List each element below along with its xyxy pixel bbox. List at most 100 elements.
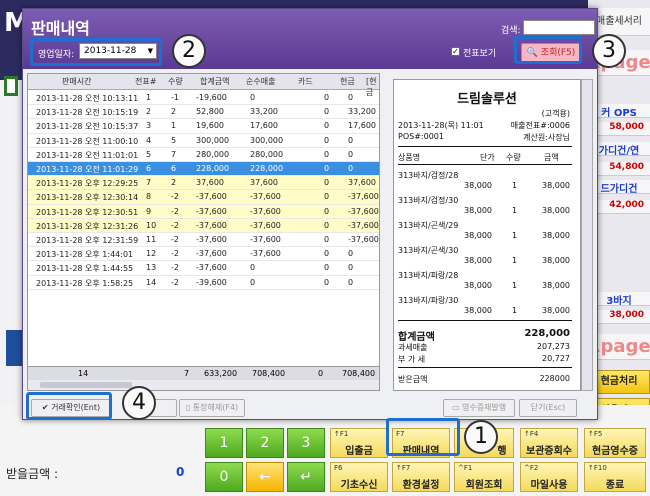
column-header: 카드 [298,77,313,86]
callout-box-query [514,36,582,64]
backspace-key[interactable]: ← [246,462,284,492]
search-input[interactable] [523,20,595,35]
numkey-1[interactable]: 1 [205,428,243,458]
fkey-member-search[interactable]: ^F1 회원조회 [454,462,514,492]
fkey-deposit-return[interactable]: ↑F4 보관증회수 [520,428,578,458]
receipt-col-qty: 수량 [506,153,521,162]
table-cell: 3 [146,121,152,131]
receipt-total-label: 합계금액 [398,332,435,343]
table-cell: 2 [171,107,177,117]
receive-amount-value: 0 [176,465,185,479]
fkey-settings[interactable]: ↑F7 환경설정 [392,462,450,492]
fkey-shortcut: ↑F5 [588,430,603,438]
callout-number-2: 2 [172,34,206,68]
column-header: 순수매출 [246,77,276,86]
table-cell: 2013-11-28 오전 11:01:01 [36,150,139,160]
table-cell: -37,600 [196,220,227,230]
receipt-received-label: 받은금액 [398,375,428,384]
receipt-total-value: 228,000 [524,328,570,339]
table-row[interactable]: 2013-11-28 오후 12:31:59 11 -2 -37,600 -37,600… [28,233,379,248]
table-row[interactable]: 2013-11-28 오후 12:29:25 7 2 37,600 37,600 0 37,… [28,176,379,191]
table-row[interactable]: 2013-11-28 오후 12:30:51 9 -2 -37,600 -37,600 0… [28,204,379,219]
table-cell: -37,600 [250,235,281,244]
table-row[interactable]: 2013-11-28 오전 10:15:37 3 1 19,600 17,600 0 17,… [28,119,379,134]
search-label: 검색: [501,26,521,36]
receipt-vertical-scrollbar[interactable] [581,79,593,391]
table-cell: 1 [146,93,152,102]
receipt-cashier: 계산원:사장님 [523,133,570,142]
callout-number-4: 4 [122,386,156,420]
table-cell: 0 [324,206,330,216]
table-cell: 0 [324,107,330,117]
table-cell: -39,600 [196,277,227,287]
receipt-divider [398,164,572,165]
table-row[interactable]: 2013-11-28 오전 11:00:10 4 5 300,000 300,000 0 0 [28,134,379,148]
fkey-mileage-use[interactable]: ^F2 마일사용 [520,462,578,492]
fkey-cash-receipt[interactable]: ↑F5 현금영수증 [584,428,646,458]
enter-key[interactable]: ↵ [287,462,325,492]
table-row[interactable]: 2013-11-28 오후 12:31:26 10 -2 -37,600 -37,600… [28,218,379,233]
app-logo: M [4,8,30,38]
table-row[interactable]: 2013-11-28 오전 11:01:01 5 7 280,000 280,000 0 0 [28,148,379,162]
column-header: 합계금액 [200,77,230,86]
table-cell: 2013-11-28 오전 10:13:11 [36,94,139,103]
table-row[interactable]: 2013-11-28 오전 10:13:11 1 -1 -19,600 0 0 0 [28,91,379,106]
numkey-0[interactable]: 0 [205,462,243,492]
table-cell: -2 [171,235,179,244]
receipt-store-name: 드림솔루션 [457,92,517,107]
table-row[interactable]: 2013-11-28 오후 12:30:14 8 -2 -37,600 -37,600 0… [28,190,379,205]
table-cell: 228,000 [196,164,230,173]
table-cell: 280,000 [196,149,230,159]
fkey-cash-in-out[interactable]: ↑F1 입출금 [330,428,388,458]
table-cell: 0 [324,192,330,202]
table-cell: 1 [171,121,177,131]
table-cell: -2 [171,206,179,216]
table-cell: -37,600 [348,192,379,202]
reissue-receipt-button[interactable]: ▭ 영수증재발행 [443,399,515,417]
side-blue-tab[interactable] [6,330,22,366]
fkey-exit[interactable]: ↑F10 종료 [584,462,646,492]
table-row[interactable]: 2013-11-28 오후 1:44:01 12 -2 -37,600 -37,600 0… [28,247,379,262]
table-cell: -37,600 [196,235,227,244]
receipt-item-qty: 1 [512,281,518,290]
table-cell: 52,800 [196,107,224,117]
receipt-preview: 드림솔루션 (고객용) 2013-11-28(목) 11:01 매출전표#:00… [393,79,581,391]
receipt-item-amount: 38,000 [542,181,570,190]
show-slip-label: 전표보기 [463,49,497,59]
receipt-divider [398,146,572,147]
close-button[interactable]: 닫기(Esc) [519,399,577,417]
batch-cancel-button[interactable]: ▯ 통장해제(F4) [179,399,245,417]
table-row[interactable]: 2013-11-28 오후 1:58:25 14 -2 -39,600 0 0 0 [28,276,379,290]
fkey-shortcut: ↑F10 [588,464,607,472]
table-cell: -2 [171,220,179,230]
column-header: 수량 [168,77,183,86]
table-cell: 0 [250,93,256,102]
scrollbar-thumb[interactable] [40,382,132,388]
table-cell: 0 [348,93,354,102]
sales-table: 판매시간 전표# 수량 합계금액 순수매출 카드 현금 [현금 2013-11-… [27,73,380,391]
show-slip-checkbox[interactable]: ✓ [451,47,460,56]
receipt-item-price: 38,000 [464,181,492,190]
fkey-base-receive[interactable]: F6 기초수신 [330,462,388,492]
callout-number-1: 1 [464,420,498,454]
table-cell: -2 [171,277,179,287]
horizontal-scrollbar[interactable] [28,380,379,390]
table-cell: 5 [171,135,177,145]
table-cell: 0 [348,249,354,259]
fkey-label: 종료 [605,480,625,491]
table-cell: 0 [324,135,330,145]
table-row[interactable]: 2013-11-28 오전 10:15:19 2 2 52,800 33,200 0 33,… [28,105,379,120]
receipt-item-amount: 38,000 [542,206,570,215]
table-row[interactable]: 2013-11-28 오후 1:44:55 13 -2 -37,600 0 0 0 [28,261,379,276]
table-cell: -37,600 [250,220,281,230]
receipt-vat-label: 부 가 세 [398,355,426,364]
table-cell: 0 [348,164,354,173]
numkey-2[interactable]: 2 [246,428,284,458]
document-icon: ▯ [185,403,191,412]
receipt-item-amount: 38,000 [542,256,570,265]
numkey-3[interactable]: 3 [287,428,325,458]
table-cell: 37,600 [250,178,278,188]
table-cell: -37,600 [348,235,379,244]
table-row[interactable]: 2013-11-28 오전 11:01:29 6 6 228,000 228,000 0 0 [28,162,379,177]
table-cell: -37,600 [196,192,227,202]
